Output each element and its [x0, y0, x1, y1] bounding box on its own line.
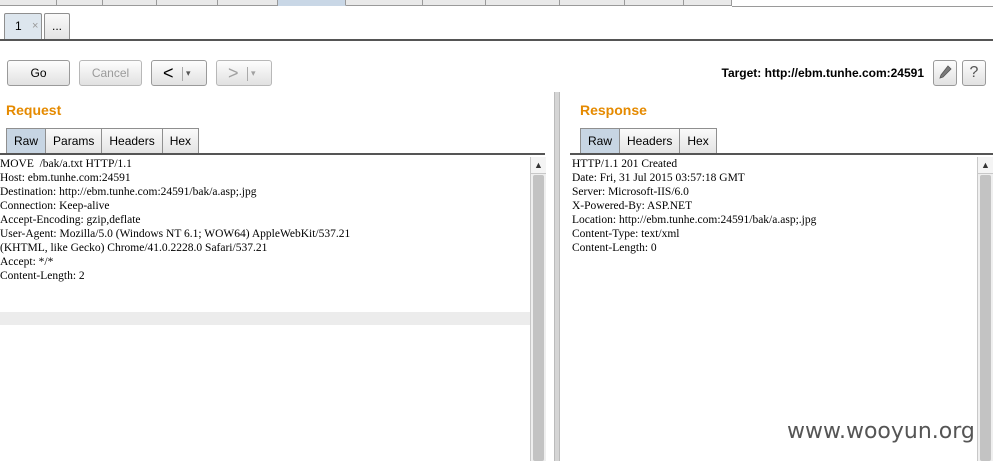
ellipsis-label: ...: [51, 19, 62, 33]
help-button[interactable]: ?: [962, 60, 986, 86]
response-scrollbar[interactable]: ▲: [977, 157, 993, 461]
module-tab[interactable]: [0, 0, 57, 6]
module-tab[interactable]: [560, 0, 625, 6]
request-scrollbar[interactable]: ▲: [530, 157, 546, 461]
repeater-tab-1[interactable]: 1 ×: [4, 13, 42, 39]
request-tab-hex[interactable]: Hex: [161, 128, 200, 154]
module-tab[interactable]: [486, 0, 560, 6]
chevron-right-icon: >: [228, 63, 239, 83]
pencil-icon: [939, 65, 952, 79]
module-tab-repeater[interactable]: [278, 0, 346, 6]
watermark: www.wooyun.org: [787, 419, 975, 444]
scroll-thumb[interactable]: [533, 175, 544, 461]
response-tab-raw[interactable]: Raw: [580, 128, 620, 154]
request-tab-params[interactable]: Params: [45, 128, 102, 154]
repeater-tab-label: 1: [15, 19, 22, 33]
response-editor[interactable]: HTTP/1.1 201 Created Date: Fri, 31 Jul 2…: [572, 157, 977, 461]
response-text: HTTP/1.1 201 Created Date: Fri, 31 Jul 2…: [572, 158, 817, 254]
request-title: Request: [6, 102, 62, 118]
scroll-up-icon[interactable]: ▲: [978, 157, 993, 174]
request-tab-headers[interactable]: Headers: [101, 128, 162, 154]
module-tab[interactable]: [157, 0, 218, 6]
repeater-tab-row: 1 × ...: [0, 10, 993, 42]
response-tab-headers[interactable]: Headers: [619, 128, 680, 154]
module-tab[interactable]: [57, 0, 103, 6]
target-label: Target: http://ebm.tunhe.com:24591: [721, 66, 924, 80]
module-tab[interactable]: [103, 0, 157, 6]
split-pane-divider[interactable]: [554, 92, 560, 461]
chevron-down-icon[interactable]: ▾: [251, 66, 256, 80]
module-tab[interactable]: [423, 0, 486, 6]
response-tabs: Raw Headers Hex: [580, 128, 717, 154]
edit-target-button[interactable]: [933, 60, 957, 86]
help-icon: ?: [969, 64, 979, 81]
response-tab-hex[interactable]: Hex: [679, 128, 717, 154]
request-editor[interactable]: MOVE /bak/a.txt HTTP/1.1 Host: ebm.tunhe…: [0, 157, 530, 461]
module-tab[interactable]: [346, 0, 423, 6]
repeater-tab-more[interactable]: ...: [44, 13, 70, 39]
go-button[interactable]: Go: [7, 60, 70, 86]
request-tab-raw[interactable]: Raw: [6, 128, 46, 154]
close-icon[interactable]: ×: [32, 14, 38, 38]
module-tab[interactable]: [625, 0, 684, 6]
module-tab[interactable]: [684, 0, 732, 6]
module-tab-strip: [0, 0, 993, 7]
cancel-button[interactable]: Cancel: [79, 60, 142, 86]
forward-button[interactable]: > ▾: [216, 60, 272, 86]
chevron-left-icon: <: [163, 63, 174, 83]
chevron-down-icon[interactable]: ▾: [186, 66, 191, 80]
request-text: MOVE /bak/a.txt HTTP/1.1 Host: ebm.tunhe…: [0, 158, 351, 282]
module-tab[interactable]: [218, 0, 278, 6]
request-empty-line: [0, 312, 530, 325]
back-button[interactable]: < ▾: [151, 60, 207, 86]
scroll-thumb[interactable]: [980, 175, 991, 461]
request-tabs: Raw Params Headers Hex: [6, 128, 200, 154]
response-title: Response: [580, 102, 647, 118]
scroll-up-icon[interactable]: ▲: [531, 157, 546, 174]
